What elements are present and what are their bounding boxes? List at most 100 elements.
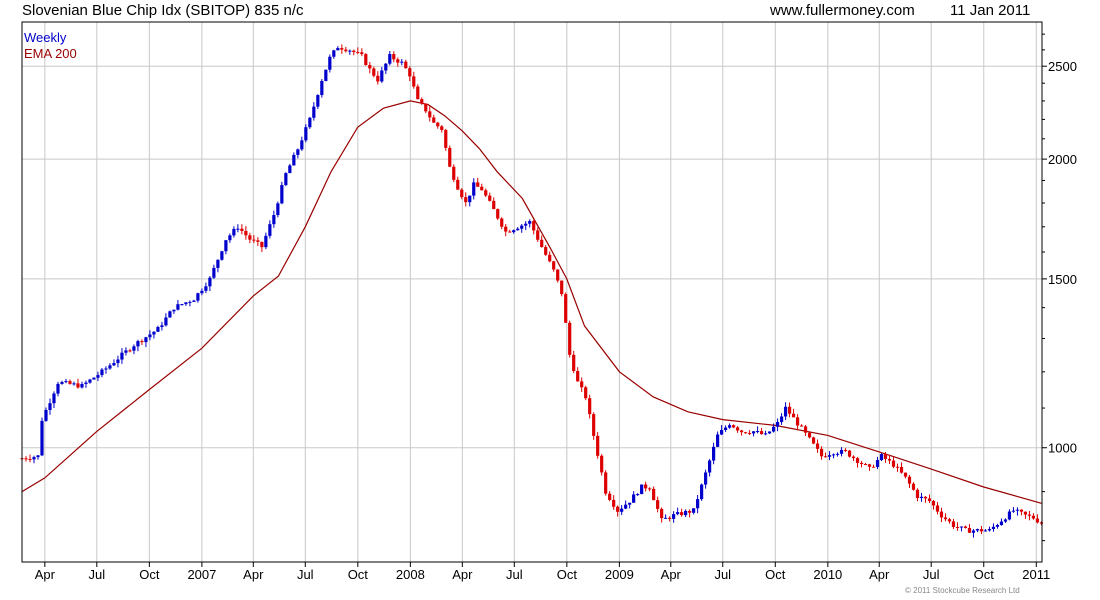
weekly-candle <box>508 229 512 233</box>
candle-body <box>835 453 840 455</box>
weekly-candle <box>352 49 356 56</box>
weekly-candle <box>763 430 768 436</box>
candle-body <box>316 95 320 107</box>
candle-body <box>735 427 740 431</box>
candle-body <box>983 530 988 532</box>
weekly-candle <box>52 391 56 409</box>
weekly-candle <box>564 292 568 323</box>
weekly-candle <box>56 381 60 397</box>
weekly-candle <box>664 514 668 519</box>
weekly-candle <box>340 44 344 54</box>
x-tick-label: Oct <box>557 567 578 582</box>
candle-body <box>468 195 472 203</box>
weekly-candle <box>264 232 268 250</box>
weekly-candle <box>552 260 556 272</box>
candle-body <box>384 63 388 71</box>
weekly-candle <box>759 427 764 435</box>
candle-body <box>392 54 396 60</box>
candle-body <box>236 228 240 230</box>
candle-body <box>308 117 312 128</box>
weekly-candle <box>24 456 28 462</box>
weekly-candle <box>124 347 128 356</box>
weekly-candle <box>276 201 280 218</box>
weekly-candle <box>244 226 248 240</box>
candle-body <box>1003 519 1008 522</box>
candle-body <box>444 129 448 148</box>
candle-body <box>500 218 504 227</box>
candle-body <box>564 294 568 323</box>
weekly-candle <box>84 380 88 388</box>
weekly-candle <box>424 103 428 114</box>
weekly-candle <box>548 251 552 263</box>
candle-body <box>696 499 700 509</box>
weekly-candle <box>228 233 232 243</box>
candle-body <box>991 526 996 530</box>
candle-body <box>288 165 292 174</box>
candle-body <box>771 426 776 432</box>
weekly-candle <box>348 49 352 55</box>
weekly-candle <box>100 367 104 378</box>
candle-body <box>747 433 752 435</box>
weekly-candle <box>400 59 404 66</box>
plot-frame <box>21 21 1043 563</box>
candle-body <box>827 455 832 457</box>
weekly-candle <box>1019 509 1024 516</box>
weekly-candle <box>903 472 908 479</box>
candle-body <box>568 322 572 355</box>
weekly-candle <box>895 463 900 472</box>
candle-body <box>528 221 532 224</box>
ema-200-line <box>21 100 1042 504</box>
candle-body <box>1015 509 1020 511</box>
weekly-candle <box>743 431 748 434</box>
weekly-candle <box>300 136 304 151</box>
candle-body <box>636 494 640 496</box>
weekly-candle <box>863 462 868 466</box>
candle-body <box>100 369 104 376</box>
candle-body <box>220 251 224 260</box>
weekly-candle <box>580 377 584 392</box>
weekly-candle <box>875 456 880 470</box>
weekly-candle <box>380 66 384 83</box>
weekly-candle <box>404 59 408 69</box>
candle-body <box>216 259 220 268</box>
weekly-candle <box>632 491 636 503</box>
weekly-candle <box>168 310 172 318</box>
candle-body <box>356 52 360 54</box>
x-tick-label: Oct <box>348 567 369 582</box>
candle-body <box>935 505 940 512</box>
weekly-candle <box>755 426 760 434</box>
weekly-candle <box>704 469 708 489</box>
candle-body <box>708 460 712 473</box>
weekly-candle <box>995 523 1000 529</box>
weekly-candle <box>204 282 208 294</box>
candle-body <box>224 240 228 252</box>
weekly-candle <box>436 121 440 129</box>
weekly-candle <box>224 240 228 255</box>
weekly-candle <box>112 359 116 367</box>
candle-body <box>520 225 524 229</box>
weekly-candle <box>272 210 276 228</box>
candle-body <box>508 231 512 233</box>
candle-body <box>464 197 468 203</box>
candle-body <box>76 383 80 388</box>
weekly-candle <box>887 454 892 465</box>
weekly-candle <box>216 259 220 273</box>
weekly-candle <box>108 363 112 370</box>
candle-body <box>847 450 852 457</box>
candle-body <box>604 472 608 494</box>
candle-body <box>612 499 616 507</box>
candle-body <box>660 508 664 519</box>
weekly-candle <box>1039 521 1044 526</box>
weekly-candle <box>568 320 572 358</box>
weekly-candle <box>951 518 956 530</box>
candle-body <box>56 383 60 394</box>
weekly-candle <box>360 48 364 57</box>
candle-body <box>676 512 680 515</box>
candle-body <box>767 431 772 434</box>
candle-body <box>232 228 236 236</box>
candle-body <box>196 293 200 301</box>
candle-body <box>28 459 32 461</box>
candle-body <box>779 416 784 423</box>
candle-body <box>919 496 924 499</box>
x-tick-label: 2011 <box>1022 567 1050 582</box>
